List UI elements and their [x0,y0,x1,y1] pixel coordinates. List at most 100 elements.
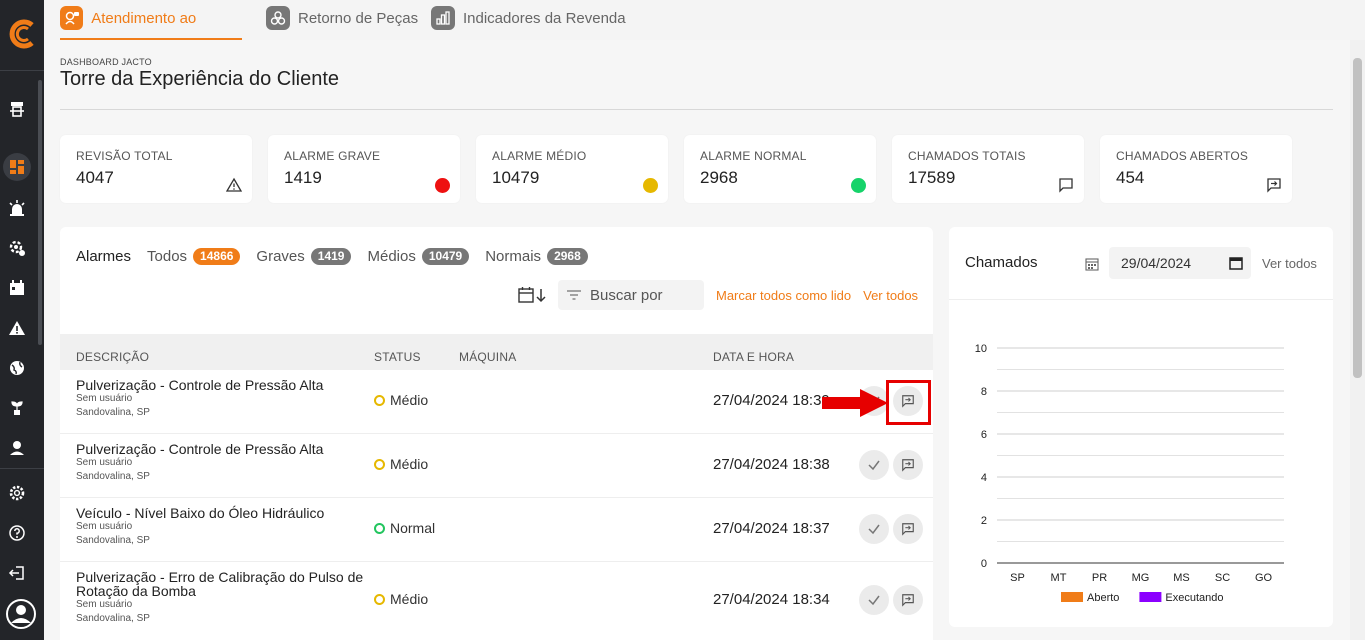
card-value: 2968 [700,168,738,187]
calendar-sort-icon[interactable] [518,284,552,306]
x-tick-label: MS [1173,572,1190,584]
filter-icon [567,290,581,300]
plant-icon[interactable] [6,397,28,419]
acknowledge-button[interactable] [859,450,889,480]
card-chamados-abertos[interactable]: CHAMADOS ABERTOS 454 [1100,135,1292,203]
see-all-alarms-link[interactable]: Ver todos [863,288,918,303]
legend-swatch [1061,592,1083,602]
bar-chart-icon [431,6,455,30]
location-user-icon[interactable] [6,437,28,459]
table-header: DESCRIÇÃO STATUS MÁQUINA DATA E HORA [60,334,933,370]
status-badge: Normal [374,520,435,536]
acknowledge-button[interactable] [859,514,889,544]
date-picker-icon[interactable] [1229,256,1243,270]
x-tick-label: MG [1132,572,1150,584]
alarm-user: Sem usuário [76,393,133,404]
yellow-dot-icon [642,177,658,193]
settings-user-icon[interactable] [6,237,28,259]
logout-icon[interactable] [6,562,28,584]
search-input[interactable] [590,286,694,304]
card-revisao-total[interactable]: REVISÃO TOTAL 4047 [60,135,252,203]
card-chamados-totais[interactable]: CHAMADOS TOTAIS 17589 [892,135,1084,203]
table-row[interactable]: Pulverização - Controle de Pressão Alta … [60,434,933,498]
alarm-title: Veículo - Nível Baixo do Óleo Hidráulico [76,505,325,521]
page-scrollbar[interactable] [1350,40,1365,640]
red-arrow-icon [822,389,888,417]
open-ticket-button[interactable] [893,514,923,544]
alarm-title: Pulverização - Controle de Pressão Alta [76,441,324,457]
legend-label: Aberto [1087,592,1119,604]
status-badge: Médio [374,392,428,408]
table-row[interactable]: Veículo - Nível Baixo do Óleo Hidráulico… [60,498,933,562]
filter-normais[interactable]: Normais 2968 [485,248,588,265]
card-label: CHAMADOS ABERTOS [1116,149,1249,163]
x-tick-label: SP [1010,572,1025,584]
avatar-icon[interactable] [5,598,37,630]
tab-retorno-pecas[interactable]: Retorno de Peças [266,6,418,40]
tower-icon[interactable] [6,98,28,120]
x-tick-label: PR [1092,572,1107,584]
status-label: Médio [390,591,429,607]
calendar-icon [1085,258,1099,271]
alarm-filters: Alarmes Todos 14866 Graves 1419 Médios 1047… [76,248,604,265]
alarm-title: Pulverização - Erro de Calibração do Pul… [76,569,364,599]
sidebar [0,0,44,640]
x-tick-label: MT [1051,572,1067,584]
card-value: 1419 [284,168,322,187]
status-badge: Médio [374,591,428,607]
card-value: 10479 [492,168,540,187]
mark-all-read-link[interactable]: Marcar todos como lido [716,288,851,303]
card-label: ALARME MÉDIO [492,149,587,163]
medium-status-icon [374,394,385,406]
alarms-panel: Alarmes Todos 14866 Graves 1419 Médios 1047… [60,227,933,640]
card-label: ALARME GRAVE [284,149,381,163]
alarm-title: Pulverização - Controle de Pressão Alta [76,377,324,393]
acknowledge-button[interactable] [859,585,889,615]
search-box[interactable] [558,280,704,310]
help-icon[interactable] [6,522,28,544]
gear-icon[interactable] [6,482,28,504]
jacto-logo-icon[interactable] [6,18,38,50]
alarm-location: Sandovalina, SP [76,471,150,482]
sidebar-scrollbar[interactable] [38,80,42,345]
date-input[interactable]: 29/04/2024 [1109,247,1251,279]
red-dot-icon [434,177,450,193]
card-alarme-normal[interactable]: ALARME NORMAL 2968 [684,135,876,203]
card-value: 454 [1116,168,1145,187]
scrollbar-thumb[interactable] [1353,58,1362,378]
card-label: ALARME NORMAL [700,149,807,163]
card-label: CHAMADOS TOTAIS [908,149,1026,163]
filter-todos[interactable]: Todos 14866 [147,248,241,265]
chamados-divider [949,299,1333,300]
alarm-datetime: 27/04/2024 18:38 [713,456,830,473]
alarm-location: Sandovalina, SP [76,613,150,624]
alarm-description: Pulverização - Controle de Pressão Alta … [76,442,366,484]
tab-label: Retorno de Peças [298,10,419,27]
table-row[interactable]: Pulverização - Controle de Pressão Alta … [60,370,933,434]
chamados-title: Chamados [965,254,1038,271]
see-all-chamados-link[interactable]: Ver todos [1262,256,1317,271]
filter-label: Médios [367,248,416,265]
count-badge: 14866 [193,248,241,265]
chamados-panel: Chamados 29/04/2024 Ver todos 0 2 4 6 8 10 SP M… [949,227,1333,627]
chamados-chart: 0 2 4 6 8 10 SP MT PR MG MS SC GO Aberto Executando [975,343,1284,604]
alarm-datetime: 27/04/2024 18:39 [713,392,830,409]
open-ticket-button[interactable] [893,450,923,480]
medium-status-icon [374,593,385,605]
tab-indicadores[interactable]: Indicadores da Revenda [431,6,626,40]
filter-medios[interactable]: Médios 10479 [367,248,470,265]
open-ticket-button[interactable] [893,585,923,615]
card-alarme-grave[interactable]: ALARME GRAVE 1419 [268,135,460,203]
y-tick-label: 6 [981,429,987,441]
dashboard-icon[interactable] [3,153,31,181]
card-alarme-medio[interactable]: ALARME MÉDIO 10479 [476,135,668,203]
warning-icon[interactable] [6,317,28,339]
calendar-icon[interactable] [6,277,28,299]
tab-atendimento[interactable]: Atendimento ao Cliente [60,6,242,53]
y-tick-label: 8 [981,386,987,398]
table-row[interactable]: Pulverização - Erro de Calibração do Pul… [60,562,933,640]
filter-graves[interactable]: Graves 1419 [256,248,352,265]
globe-icon[interactable] [6,357,28,379]
page-title: Torre da Experiência do Cliente [60,68,340,90]
alarm-icon[interactable] [6,197,28,219]
